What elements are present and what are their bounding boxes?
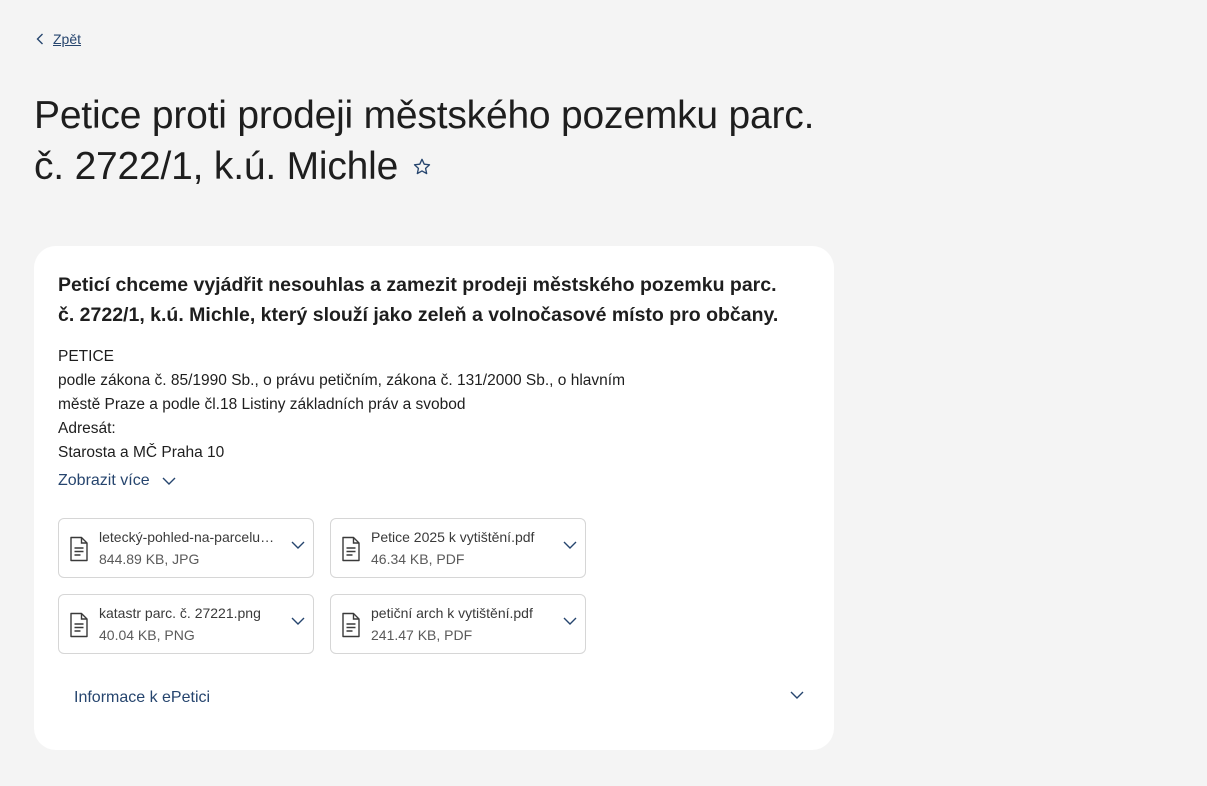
document-icon: [70, 612, 88, 638]
chevron-down-icon[interactable]: [291, 541, 305, 549]
epetition-info-label: Informace k ePetici: [74, 689, 211, 706]
attachment-item[interactable]: katastr parc. č. 27221.png 40.04 KB, PNG: [58, 594, 314, 654]
chevron-left-icon: [36, 33, 43, 45]
attachment-item[interactable]: Petice 2025 k vytištění.pdf 46.34 KB, PD…: [330, 518, 586, 578]
attachment-meta: 40.04 KB, PNG: [99, 627, 195, 643]
chevron-down-icon: [790, 691, 804, 699]
attachment-meta: 46.34 KB, PDF: [371, 551, 465, 567]
attachment-meta: 844.89 KB, JPG: [99, 551, 200, 567]
petition-card: Peticí chceme vyjádřit nesouhlas a zamez…: [34, 246, 834, 750]
petition-text-line: PETICE: [58, 348, 114, 365]
petition-text: PETICE podle zákona č. 85/1990 Sb., o pr…: [58, 345, 758, 465]
attachment-name: letecký-pohled-na-parcelu 2722-1.jpg: [99, 529, 277, 545]
page-title: Petice proti prodeji městského pozemku p…: [34, 90, 834, 194]
chevron-down-icon[interactable]: [291, 617, 305, 625]
petition-text-line: podle zákona č. 85/1990 Sb., o právu pet…: [58, 372, 625, 389]
document-icon: [342, 612, 360, 638]
epetition-info-accordion[interactable]: Informace k ePetici: [58, 678, 804, 718]
petition-lead: Peticí chceme vyjádřit nesouhlas a zamez…: [58, 274, 779, 326]
petition-text-line: Starosta a MČ Praha 10: [58, 444, 225, 461]
chevron-down-icon[interactable]: [563, 617, 577, 625]
back-link-label[interactable]: Zpět: [53, 31, 81, 47]
show-more-label: Zobrazit více: [58, 472, 150, 489]
show-more-button[interactable]: Zobrazit více: [58, 472, 176, 490]
chevron-down-icon: [162, 477, 176, 485]
petition-text-line: městě Praze a podle čl.18 Listiny základ…: [58, 396, 466, 413]
attachment-item[interactable]: petiční arch k vytištění.pdf 241.47 KB, …: [330, 594, 586, 654]
attachment-meta: 241.47 KB, PDF: [371, 627, 473, 643]
document-icon: [342, 536, 360, 562]
attachment-name: Petice 2025 k vytištění.pdf: [371, 529, 535, 545]
attachment-name: katastr parc. č. 27221.png: [99, 605, 261, 621]
chevron-down-icon[interactable]: [563, 541, 577, 549]
petition-text-line: Adresát:: [58, 420, 116, 437]
attachment-name: petiční arch k vytištění.pdf: [371, 605, 533, 621]
back-link[interactable]: Zpět: [36, 31, 81, 47]
document-icon: [70, 536, 88, 562]
attachment-item[interactable]: letecký-pohled-na-parcelu 2722-1.jpg 844…: [58, 518, 314, 578]
favorite-star-icon[interactable]: [412, 139, 432, 190]
